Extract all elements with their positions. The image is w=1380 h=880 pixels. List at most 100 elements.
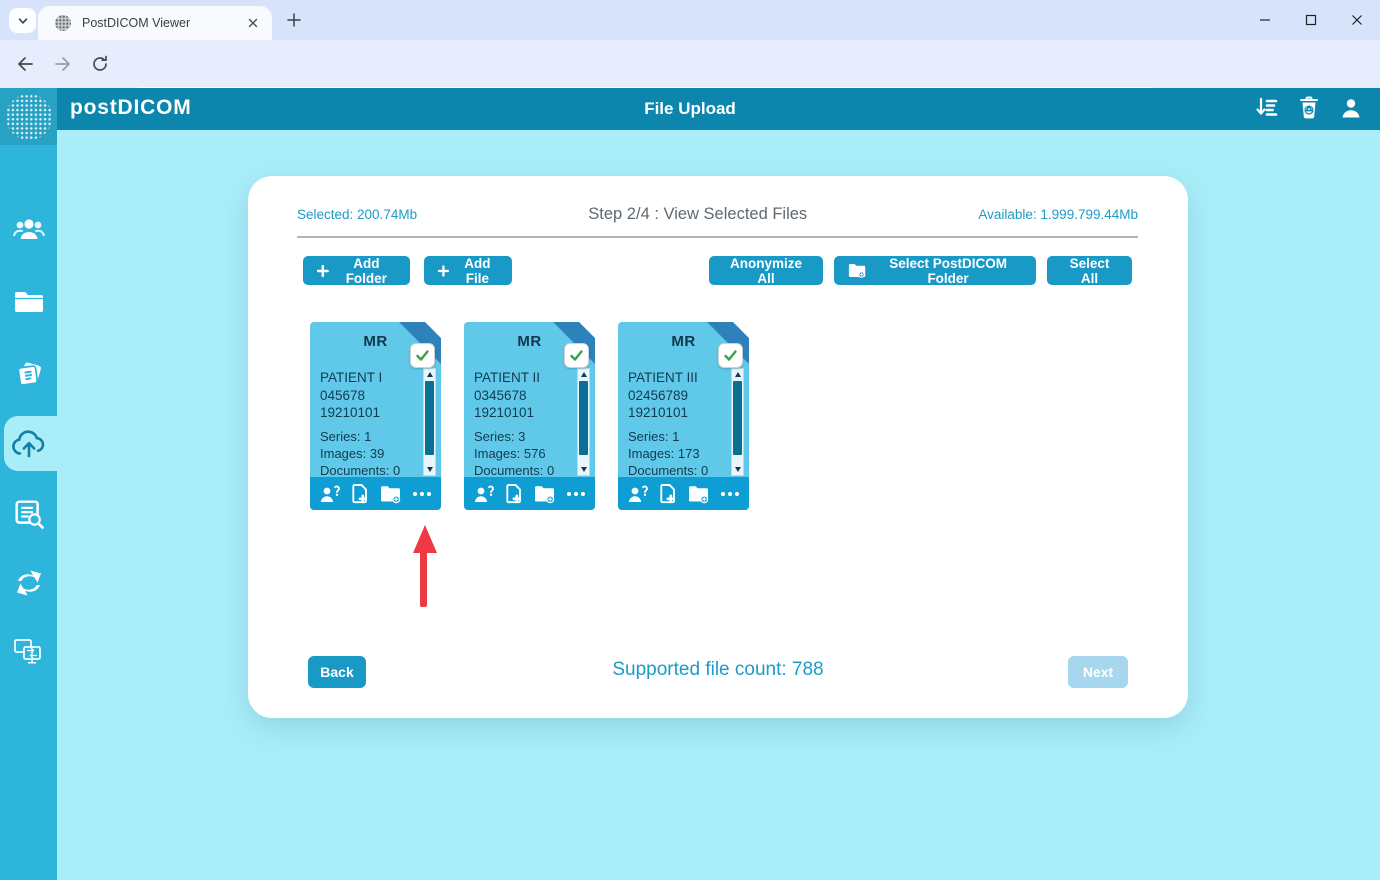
patient-name: PATIENT III xyxy=(628,369,708,387)
sidebar-item-upload[interactable] xyxy=(0,422,57,466)
new-tab-button[interactable] xyxy=(284,10,304,30)
folder-plus-icon xyxy=(848,262,866,279)
reload-icon xyxy=(90,54,110,74)
anonymize-patient-icon[interactable] xyxy=(473,484,495,504)
documents-count: Documents: 0 xyxy=(320,462,400,479)
selected-check-badge[interactable] xyxy=(718,343,743,368)
reload-button[interactable] xyxy=(90,54,110,74)
scroll-down-icon[interactable] xyxy=(578,464,589,475)
app-header: postDICOM File Upload xyxy=(0,88,1380,130)
add-folder-button[interactable]: Add Folder xyxy=(303,256,410,285)
select-postdicom-folder-button[interactable]: Select PostDICOM Folder xyxy=(834,256,1036,285)
more-options-icon[interactable] xyxy=(412,490,432,498)
chevron-down-icon xyxy=(17,15,29,27)
people-group-icon xyxy=(12,215,46,245)
supported-file-count: Supported file count: 788 xyxy=(248,659,1188,681)
page-title: File Upload xyxy=(0,99,1380,119)
anonymize-patient-icon[interactable] xyxy=(319,484,341,504)
recycle-bin-icon[interactable] xyxy=(1297,95,1321,121)
images-count: Images: 173 xyxy=(628,445,708,462)
list-search-icon xyxy=(13,498,45,530)
scrollbar-thumb[interactable] xyxy=(425,381,434,455)
card-actions xyxy=(310,477,441,510)
add-to-folder-icon[interactable] xyxy=(687,484,711,504)
card-actions xyxy=(464,477,595,510)
minimize-button[interactable] xyxy=(1242,0,1288,40)
add-to-folder-icon[interactable] xyxy=(379,484,403,504)
sidebar-item-query[interactable] xyxy=(0,492,57,536)
sidebar-item-studies[interactable] xyxy=(0,352,57,396)
next-button[interactable]: Next xyxy=(1068,656,1128,688)
card-scrollbar[interactable] xyxy=(577,368,590,476)
browser-titlebar: PostDICOM Viewer xyxy=(0,0,1380,40)
series-count: Series: 3 xyxy=(474,428,554,445)
scrollbar-thumb[interactable] xyxy=(579,381,588,455)
scroll-down-icon[interactable] xyxy=(732,464,743,475)
images-count: Images: 39 xyxy=(320,445,400,462)
selected-check-badge[interactable] xyxy=(564,343,589,368)
images-count: Images: 576 xyxy=(474,445,554,462)
anonymize-all-button[interactable]: Anonymize All xyxy=(709,256,823,285)
more-options-icon[interactable] xyxy=(566,490,586,498)
dicom-file-card[interactable]: MR PATIENT II 0345678 19210101 Series: 3… xyxy=(464,322,595,510)
close-window-button[interactable] xyxy=(1334,0,1380,40)
study-date: 19210101 xyxy=(320,404,400,422)
add-file-button[interactable]: Add File xyxy=(424,256,512,285)
annotation-arrow-icon xyxy=(413,525,437,553)
dicom-file-card[interactable]: MR PATIENT I 045678 19210101 Series: 1 I… xyxy=(310,322,441,510)
forward-button[interactable] xyxy=(53,54,73,74)
sidebar-item-sync[interactable] xyxy=(0,561,57,605)
add-file-icon[interactable] xyxy=(350,483,370,504)
back-button[interactable] xyxy=(15,54,35,74)
sidebar-item-folders[interactable] xyxy=(0,280,57,324)
scrollbar-thumb[interactable] xyxy=(733,381,742,455)
more-options-icon[interactable] xyxy=(720,490,740,498)
postdicom-logo[interactable] xyxy=(0,88,57,145)
folder-icon xyxy=(13,289,45,315)
maximize-button[interactable] xyxy=(1288,0,1334,40)
study-date: 19210101 xyxy=(474,404,554,422)
scroll-up-icon[interactable] xyxy=(732,369,743,380)
annotation-arrow-shaft xyxy=(420,551,427,607)
check-icon xyxy=(569,348,584,363)
scroll-down-icon[interactable] xyxy=(424,464,435,475)
sort-list-icon[interactable] xyxy=(1254,95,1280,121)
tab-close-button[interactable] xyxy=(244,14,262,32)
back-arrow-icon xyxy=(15,54,35,74)
selected-check-badge[interactable] xyxy=(410,343,435,368)
tab-search-button[interactable] xyxy=(9,8,36,33)
scroll-up-icon[interactable] xyxy=(424,369,435,380)
minimize-icon xyxy=(1259,14,1271,26)
scroll-up-icon[interactable] xyxy=(578,369,589,380)
check-icon xyxy=(415,348,430,363)
available-size-label: Available: 1.999.799.44Mb xyxy=(978,207,1138,222)
add-to-folder-icon[interactable] xyxy=(533,484,557,504)
add-file-icon[interactable] xyxy=(504,483,524,504)
card-actions xyxy=(618,477,749,510)
images-stack-icon xyxy=(13,358,45,390)
sidebar-item-patients[interactable] xyxy=(0,208,57,252)
card-scrollbar[interactable] xyxy=(731,368,744,476)
postdicom-logo-icon xyxy=(6,94,52,140)
close-icon xyxy=(1351,14,1363,26)
patient-name: PATIENT I xyxy=(320,369,400,387)
documents-count: Documents: 0 xyxy=(474,462,554,479)
sidebar xyxy=(0,130,57,880)
select-all-button[interactable]: Select All xyxy=(1047,256,1132,285)
user-account-icon[interactable] xyxy=(1338,95,1364,121)
patient-id: 045678 xyxy=(320,387,400,405)
plus-icon xyxy=(287,13,301,27)
add-file-icon[interactable] xyxy=(658,483,678,504)
anonymize-patient-icon[interactable] xyxy=(627,484,649,504)
browser-tab[interactable]: PostDICOM Viewer xyxy=(38,6,272,40)
maximize-icon xyxy=(1305,14,1317,26)
window-controls xyxy=(1242,0,1380,40)
patient-name: PATIENT II xyxy=(474,369,554,387)
dicom-file-card[interactable]: MR PATIENT III 02456789 19210101 Series:… xyxy=(618,322,749,510)
sidebar-item-share-screens[interactable] xyxy=(0,630,57,674)
plus-icon xyxy=(317,264,329,278)
patient-id: 0345678 xyxy=(474,387,554,405)
card-scrollbar[interactable] xyxy=(423,368,436,476)
header-divider xyxy=(297,236,1138,238)
forward-arrow-icon xyxy=(53,54,73,74)
